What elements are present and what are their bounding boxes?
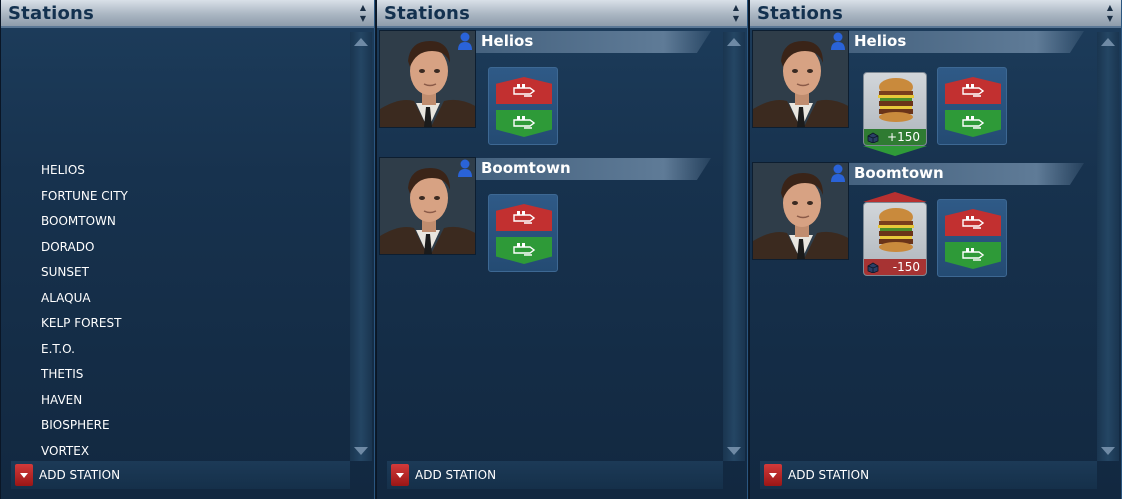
- trade-box: [937, 67, 1007, 145]
- list-item[interactable]: ALAQUA: [41, 286, 341, 312]
- scrollbar[interactable]: [1097, 32, 1119, 461]
- person-icon: [457, 32, 473, 50]
- unload-indicator: [863, 192, 927, 202]
- scrollbar[interactable]: [350, 32, 372, 461]
- list-item[interactable]: HAVEN: [41, 388, 341, 414]
- list-item[interactable]: FORTUNE CITY: [41, 184, 341, 210]
- add-station-label[interactable]: ADD STATION: [415, 468, 496, 482]
- list-item[interactable]: DORADO: [41, 235, 341, 261]
- station-name: Boomtown: [854, 164, 944, 182]
- trade-box: [937, 199, 1007, 277]
- panel-title: Stations: [8, 3, 94, 24]
- list-item[interactable]: BOOMTOWN: [41, 209, 341, 235]
- person-icon: [830, 164, 846, 182]
- scroll-up-icon[interactable]: [354, 38, 368, 46]
- burger-icon: [876, 77, 916, 123]
- buy-arrow-icon[interactable]: [945, 110, 1001, 137]
- add-station-label[interactable]: ADD STATION: [39, 468, 120, 482]
- list-item[interactable]: BIOSPHERE: [41, 413, 341, 439]
- sell-arrow-icon[interactable]: [945, 209, 1001, 236]
- panel-header: Stations ▲ ▼: [1, 0, 374, 28]
- add-station-button[interactable]: [15, 464, 33, 486]
- sort-arrows-icon[interactable]: ▲ ▼: [1105, 2, 1115, 24]
- trade-box: [488, 194, 558, 272]
- station-name: Boomtown: [481, 159, 571, 177]
- sort-arrows-icon[interactable]: ▲ ▼: [358, 2, 368, 24]
- scroll-down-icon[interactable]: [1101, 447, 1115, 455]
- list-item[interactable]: KELP FOREST: [41, 311, 341, 337]
- panel-title: Stations: [384, 3, 470, 24]
- sell-arrow-icon[interactable]: [496, 77, 552, 104]
- scroll-down-icon[interactable]: [354, 447, 368, 455]
- list-item[interactable]: THETIS: [41, 362, 341, 388]
- buy-arrow-icon[interactable]: [496, 237, 552, 264]
- station-card-boomtown: Boomtown -150: [750, 162, 1095, 277]
- sell-arrow-icon[interactable]: [496, 204, 552, 231]
- crate-icon: [867, 132, 879, 143]
- add-station-button[interactable]: [764, 464, 782, 486]
- station-card-boomtown: Boomtown: [377, 157, 722, 272]
- stations-panel-list: Stations ▲ ▼ HELIOS FORTUNE CITY BOOMTOWN…: [0, 0, 375, 499]
- list-item[interactable]: HELIOS: [41, 158, 341, 184]
- scroll-up-icon[interactable]: [1101, 38, 1115, 46]
- cargo-slot[interactable]: +150: [863, 72, 927, 146]
- stations-panel-routes: Stations ▲ ▼ Helios Boomtown ADD STATION: [376, 0, 748, 499]
- scrollbar[interactable]: [723, 32, 745, 461]
- person-icon: [457, 159, 473, 177]
- buy-arrow-icon[interactable]: [945, 242, 1001, 269]
- add-station-bar: ADD STATION: [11, 461, 350, 489]
- add-station-label[interactable]: ADD STATION: [788, 468, 869, 482]
- station-list: HELIOS FORTUNE CITY BOOMTOWN DORADO SUNS…: [41, 158, 341, 464]
- panel-header: Stations ▲ ▼: [377, 0, 747, 28]
- list-item[interactable]: SUNSET: [41, 260, 341, 286]
- station-card-helios: Helios: [377, 30, 722, 145]
- panel-title: Stations: [757, 3, 843, 24]
- cargo-slot[interactable]: -150: [863, 202, 927, 276]
- station-name: Helios: [854, 32, 907, 50]
- add-station-button[interactable]: [391, 464, 409, 486]
- crate-icon: [867, 262, 879, 273]
- add-station-bar: ADD STATION: [387, 461, 723, 489]
- panel-header: Stations ▲ ▼: [750, 0, 1121, 28]
- load-indicator: [863, 146, 927, 156]
- sort-arrows-icon[interactable]: ▲ ▼: [731, 2, 741, 24]
- add-station-bar: ADD STATION: [760, 461, 1097, 489]
- station-card-helios: Helios +150: [750, 30, 1095, 156]
- buy-arrow-icon[interactable]: [496, 110, 552, 137]
- person-icon: [830, 32, 846, 50]
- sell-arrow-icon[interactable]: [945, 77, 1001, 104]
- scroll-down-icon[interactable]: [727, 447, 741, 455]
- trade-box: [488, 67, 558, 145]
- scroll-up-icon[interactable]: [727, 38, 741, 46]
- station-name: Helios: [481, 32, 534, 50]
- burger-icon: [876, 207, 916, 253]
- stations-panel-trade: Stations ▲ ▼ Helios +150 Boomtown -150 A…: [749, 0, 1122, 499]
- list-item[interactable]: E.T.O.: [41, 337, 341, 363]
